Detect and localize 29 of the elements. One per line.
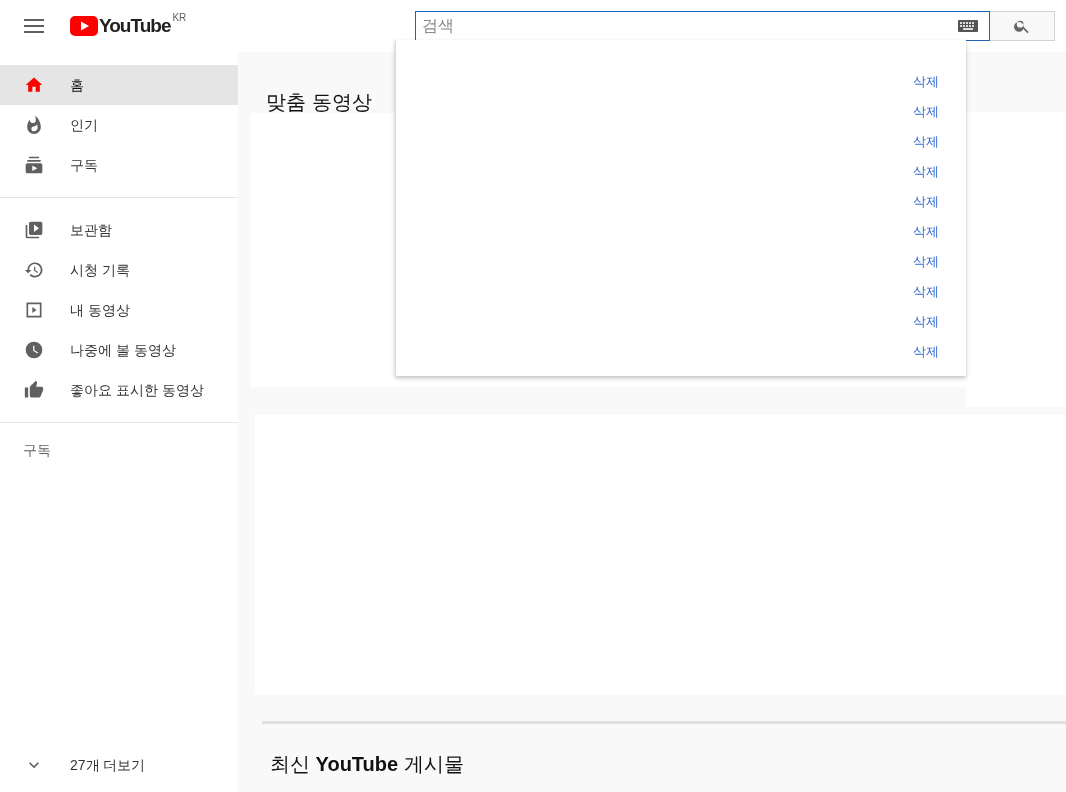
thumbs-up-icon <box>24 380 44 400</box>
delete-link[interactable]: 삭제 <box>913 127 939 157</box>
menu-icon[interactable] <box>24 18 44 34</box>
sidebar-item[interactable]: 홈 <box>0 65 238 105</box>
keyboard-icon[interactable] <box>958 20 979 32</box>
delete-link[interactable]: 삭제 <box>913 67 939 97</box>
youtube-logo[interactable] <box>70 16 98 36</box>
clock-icon <box>24 340 44 360</box>
show-more-item[interactable]: 27개 더보기 <box>0 745 238 785</box>
delete-link[interactable]: 삭제 <box>913 217 939 247</box>
search-field[interactable]: 검색 <box>415 11 991 41</box>
delete-link[interactable]: 삭제 <box>913 157 939 187</box>
flame-icon <box>24 115 44 135</box>
library-icon <box>24 220 44 240</box>
section-heading: 구독 <box>23 441 52 460</box>
home-icon <box>24 75 44 95</box>
delete-link[interactable]: 삭제 <box>913 337 939 367</box>
delete-link[interactable]: 삭제 <box>913 97 939 127</box>
history-icon <box>24 260 44 280</box>
delete-link[interactable]: 삭제 <box>913 277 939 307</box>
search-button[interactable] <box>990 11 1056 41</box>
section-title: 맞춤 동영상 <box>266 90 372 115</box>
region-label: KR <box>172 11 187 25</box>
delete-link[interactable]: 삭제 <box>913 307 939 337</box>
subscriptions-icon <box>24 155 44 175</box>
section-title: 최신 YouTube 게시물 <box>270 752 464 777</box>
delete-link[interactable]: 삭제 <box>913 247 939 277</box>
delete-link[interactable]: 삭제 <box>913 187 939 217</box>
logo-text: YouTube <box>99 16 171 36</box>
